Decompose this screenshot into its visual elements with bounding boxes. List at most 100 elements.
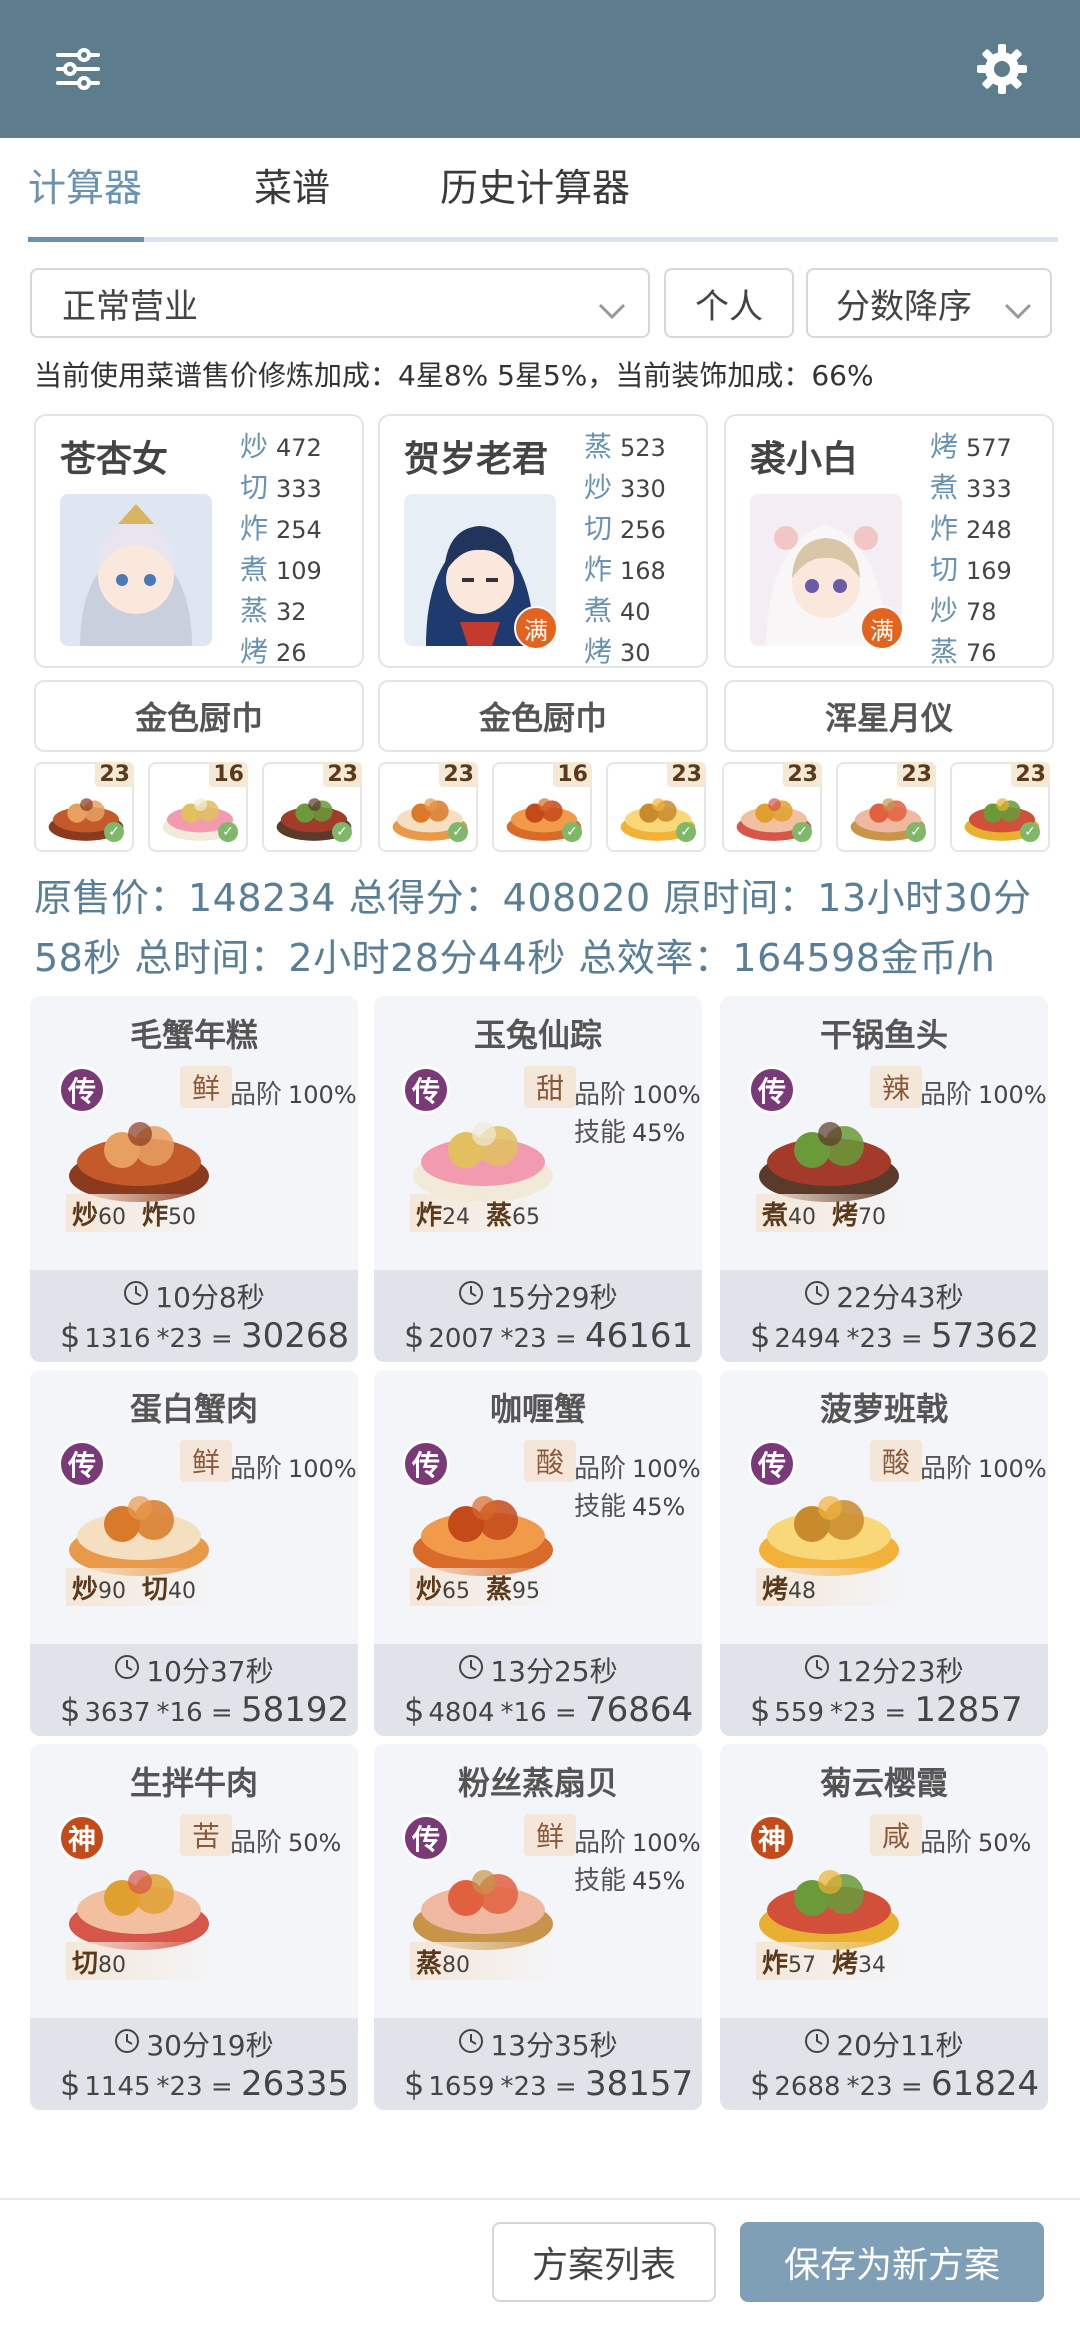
skill-type: 烤 [584, 635, 613, 668]
requirement-type: 蒸 [486, 1200, 513, 1231]
dish-count-badge: 23 [439, 762, 478, 787]
equals-sign: = [202, 2072, 241, 2102]
grade-row: 品阶 50% [230, 1824, 341, 1862]
skill-value: 76 [966, 639, 997, 667]
selected-dish-thumb[interactable]: 23 ✓ [606, 762, 706, 852]
selected-dish-thumb[interactable]: 23 ✓ [722, 762, 822, 852]
recipe-card[interactable]: 咖喱蟹传酸品阶 100% 技能 45% 炒65 蒸95 13分25秒 $4804 *16 = 7… [374, 1370, 702, 1736]
dish-count-badge: 16 [553, 762, 592, 787]
selected-dish-thumb[interactable]: 23 ✓ [378, 762, 478, 852]
quantity: *23 [830, 1698, 877, 1728]
chef-card[interactable]: 裘小白满烤 577 煮 333 炸 248 切 169 炒 78 蒸 76 [724, 414, 1054, 668]
selected-dish-thumb[interactable]: 23 ✓ [836, 762, 936, 852]
flavor-tag: 甜 [524, 1066, 576, 1108]
plan-list-button[interactable]: 方案列表 [492, 2222, 716, 2302]
selected-dish-thumb[interactable]: 23 ✓ [262, 762, 362, 852]
recipe-grade: 品阶 100% [230, 1450, 357, 1488]
skill-label: 技能 [574, 1492, 627, 1522]
selected-dish-thumb[interactable]: 16 ✓ [148, 762, 248, 852]
chef-portrait [60, 494, 212, 646]
active-tab-indicator [28, 237, 144, 242]
settings-gear-icon[interactable] [966, 33, 1038, 105]
grade-label: 品阶 [920, 1828, 973, 1858]
skill-requirements: 煮40 烤70 [756, 1194, 906, 1232]
selected-dish-thumb[interactable]: 23 ✓ [34, 762, 134, 852]
grade-row: 品阶 100% [574, 1076, 701, 1114]
price-line: $2494 *23 = 57362 [750, 1316, 1039, 1356]
skill-requirements: 蒸80 [410, 1942, 560, 1980]
grade-row: 品阶 100% [230, 1076, 357, 1114]
skill-row: 蒸 32 [240, 590, 322, 631]
grade-value: 100% [632, 1829, 701, 1857]
skill-row: 炒 78 [930, 590, 1012, 631]
grade-label: 品阶 [230, 1454, 283, 1484]
skill-requirements: 炸24 蒸65 [410, 1194, 560, 1232]
requirement-type: 蒸 [416, 1948, 443, 1979]
recipe-card[interactable]: 粉丝蒸扇贝传鲜品阶 100% 技能 45% 蒸80 13分35秒 $1659 *23 = 38… [374, 1744, 702, 2110]
scope-button[interactable]: 个人 [664, 268, 794, 338]
total-price: 12857 [914, 1690, 1023, 1730]
skill-row: 煮 333 [930, 467, 1012, 508]
skill-value: 254 [276, 516, 322, 544]
skill-bonus-row: 技能 45% [574, 1114, 701, 1152]
skill-requirement: 切80 [72, 1943, 126, 1980]
skill-type: 煮 [584, 594, 613, 627]
selected-dish-thumb[interactable]: 16 ✓ [492, 762, 592, 852]
requirement-value: 80 [442, 1952, 471, 1978]
unit-price: 559 [774, 1698, 824, 1728]
requirement-value: 90 [98, 1578, 127, 1604]
skill-requirement: 烤48 [762, 1569, 816, 1606]
tab-history-calculator[interactable]: 历史计算器 [440, 160, 630, 232]
unit-price: 2688 [774, 2072, 841, 2102]
skill-value: 330 [620, 475, 666, 503]
skill-requirement: 炒65 [416, 1569, 470, 1606]
skill-row: 炸 254 [240, 508, 322, 549]
recipe-card[interactable]: 蛋白蟹肉传鲜品阶 100% 炒90 切40 10分37秒 $3637 *16 = 58192 [30, 1370, 358, 1736]
filter-sliders-icon[interactable] [42, 33, 114, 105]
skill-row: 烤 26 [240, 631, 322, 672]
requirement-type: 切 [142, 1574, 169, 1605]
recipe-card[interactable]: 生拌牛肉神苦品阶 50% 切80 30分19秒 $1145 *23 = 26335 [30, 1744, 358, 2110]
equipment-slot-2[interactable]: 金色厨巾 [378, 680, 708, 752]
skill-requirements: 炒60 炸50 [66, 1194, 216, 1232]
tab-recipes[interactable]: 菜谱 [254, 160, 330, 232]
skill-type: 蒸 [240, 594, 269, 627]
skill-type: 烤 [930, 430, 959, 463]
recipe-card[interactable]: 菊云樱霞神咸品阶 50% 炸57 烤34 20分11秒 $2688 *23 = 61824 [720, 1744, 1048, 2110]
skill-type: 炸 [240, 512, 269, 545]
recipe-card[interactable]: 干锅鱼头传辣品阶 100% 煮40 烤70 22分43秒 $2494 *23 = 57362 [720, 996, 1048, 1362]
price-line: $559 *23 = 12857 [750, 1690, 1023, 1730]
requirement-value: 80 [98, 1952, 127, 1978]
chef-card[interactable]: 苍杏女炒 472 切 333 炸 254 煮 109 蒸 32 烤 26 [34, 414, 364, 668]
cook-time-value: 10分37秒 [146, 1655, 274, 1688]
skill-bonus-value: 45% [632, 1119, 686, 1147]
skill-row: 蒸 523 [584, 426, 666, 467]
chef-card[interactable]: 贺岁老君满蒸 523 炒 330 切 256 炸 168 煮 40 烤 30 [378, 414, 708, 668]
grade-row: 品阶 100% [574, 1450, 701, 1488]
dish-count-badge: 23 [1011, 762, 1050, 787]
clock-icon [458, 1654, 484, 1687]
recipe-name: 生拌牛肉 [129, 1764, 258, 1802]
skill-requirement: 炒90 [72, 1569, 126, 1606]
selected-dish-thumb[interactable]: 23 ✓ [950, 762, 1050, 852]
skill-row: 烤 30 [584, 631, 666, 672]
flavor-tag: 酸 [524, 1440, 576, 1482]
grade-label: 品阶 [920, 1080, 973, 1110]
skill-bonus-row: 技能 45% [574, 1862, 701, 1900]
recipe-card[interactable]: 玉兔仙踪传甜品阶 100% 技能 45% 炸24 蒸65 15分29秒 $2007 *23 = … [374, 996, 702, 1362]
tab-calculator[interactable]: 计算器 [28, 160, 142, 232]
tab-divider [28, 237, 1058, 242]
save-new-plan-button[interactable]: 保存为新方案 [740, 2222, 1044, 2302]
requirement-type: 煮 [762, 1200, 789, 1231]
skill-value: 40 [620, 598, 651, 626]
recipe-card[interactable]: 毛蟹年糕传鲜品阶 100% 炒60 炸50 10分8秒 $1316 *23 = 30268 [30, 996, 358, 1362]
recipe-card[interactable]: 菠萝班戟传酸品阶 100% 烤48 12分23秒 $559 *23 = 12857 [720, 1370, 1048, 1736]
equipment-slot-1[interactable]: 金色厨巾 [34, 680, 364, 752]
skill-type: 煮 [240, 553, 269, 586]
skill-row: 切 333 [240, 467, 322, 508]
recipe-grade: 品阶 100% [230, 1076, 357, 1114]
mode-select[interactable]: 正常营业 [30, 268, 650, 338]
equipment-slot-3[interactable]: 浑星月仪 [724, 680, 1054, 752]
sort-select[interactable]: 分数降序 [806, 268, 1052, 338]
skill-requirements: 炒65 蒸95 [410, 1568, 560, 1606]
